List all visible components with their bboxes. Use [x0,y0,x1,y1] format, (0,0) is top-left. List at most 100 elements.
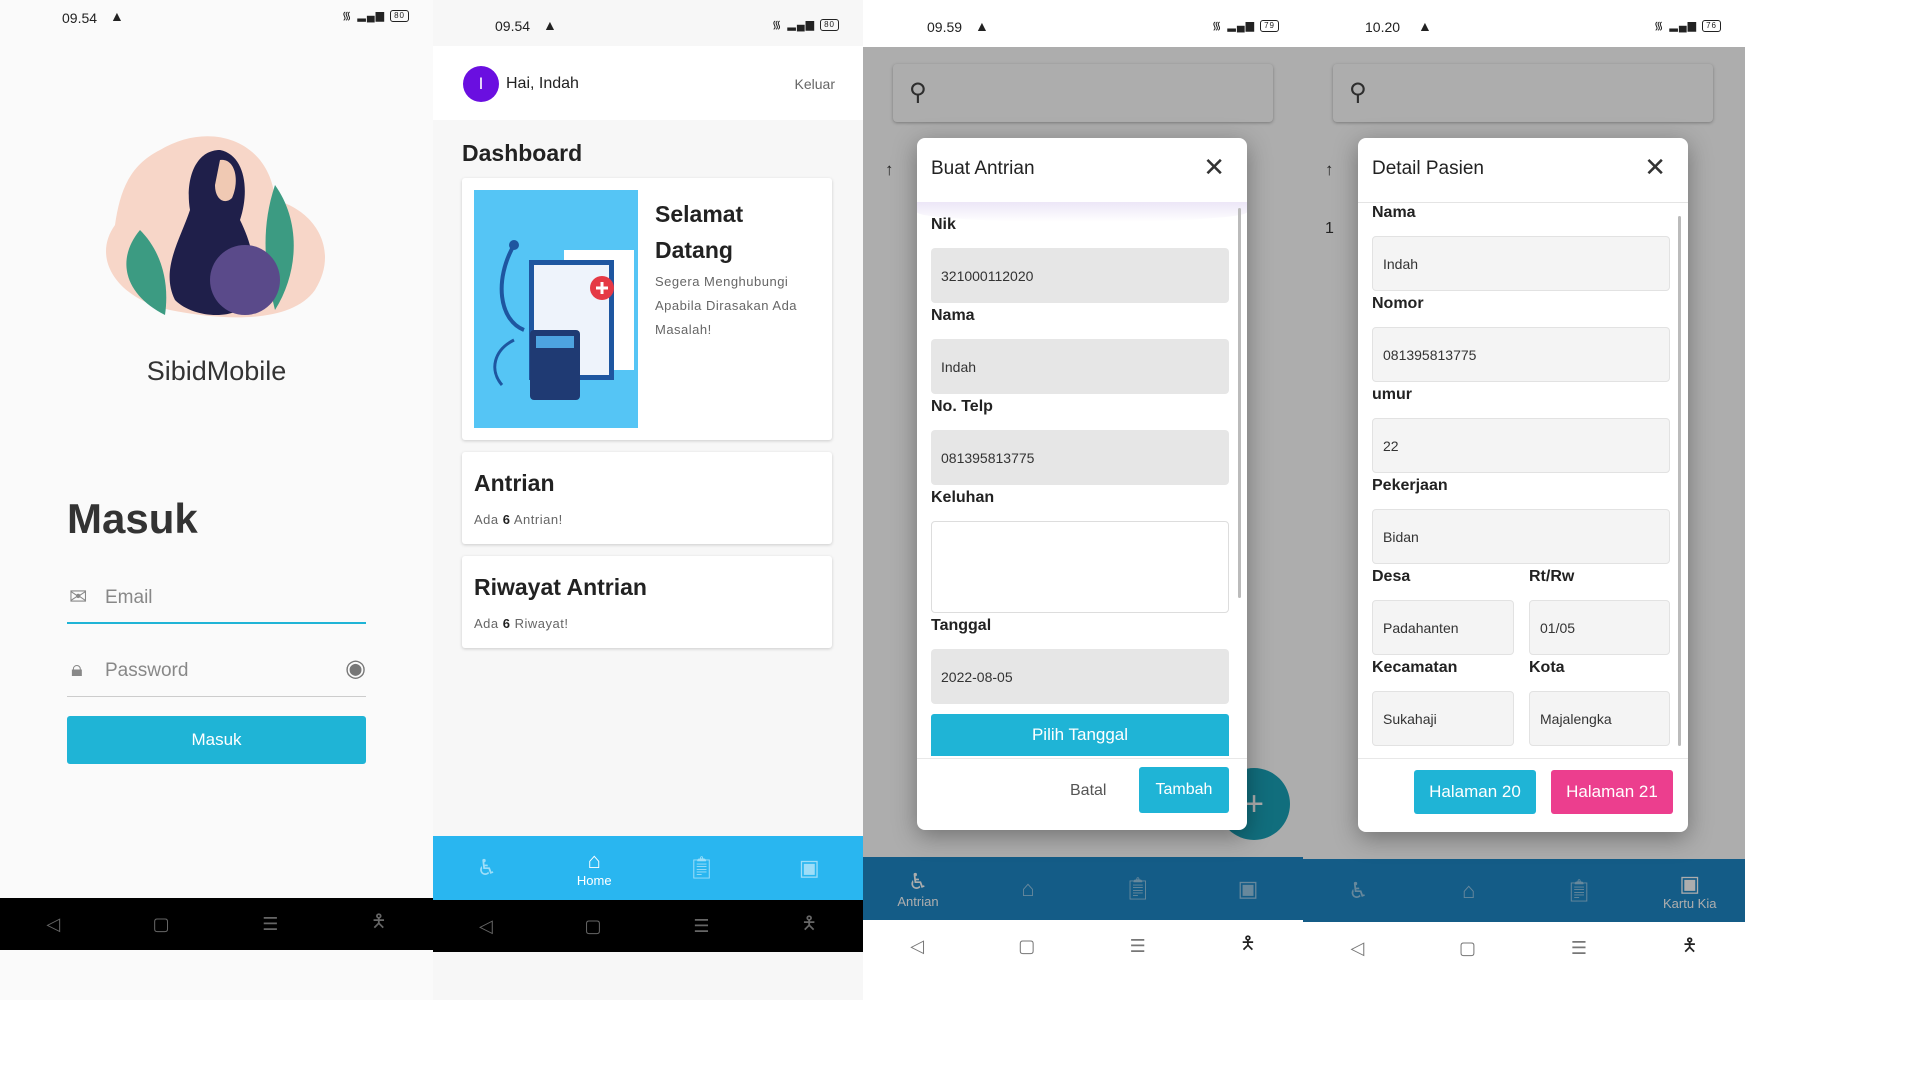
recents-icon[interactable]: ☰ [693,916,709,937]
status-icons: ᯾ ▂▄▆ 80 [342,8,409,23]
close-icon[interactable]: ✕ [1644,152,1666,183]
signal-icon: ▂▄▆ [1669,20,1698,32]
battery-icon: 80 [390,9,409,22]
eye-icon[interactable]: ◉ [345,654,366,683]
back-icon[interactable]: ◁ [1350,938,1364,959]
app-name: SibidMobile [146,356,287,386]
status-icons: ᯾ ▂▄▆ 79 [1212,18,1279,33]
riwayat-title: Riwayat Antrian [474,574,647,600]
antrian-prefix: Ada [474,512,503,527]
accessibility-icon[interactable]: 🯅 [801,911,817,941]
add-button[interactable]: Tambah [1139,767,1229,813]
detail-pasien-screen: 10.20 ▲ ᯾ ▂▄▆ 76 ⚲ ↑ 1 ♿︎ ⌂ 📋︎ ▣ Kartu Ki… [1303,0,1745,1000]
logout-link[interactable]: Keluar [795,76,835,92]
nomor-label: Nomor [1372,295,1424,312]
recents-icon[interactable]: ☰ [262,914,278,935]
home-sys-icon[interactable]: ▢ [1459,938,1476,959]
tab-riwayat[interactable]: 📋︎ [648,856,756,880]
avatar[interactable]: I [463,66,499,102]
keluhan-label: Keluhan [931,489,995,506]
tab-home[interactable]: ⌂ Home [541,847,649,888]
clipboard-icon: 📋︎ [687,855,716,880]
dashboard-screen: 09.54 ▲ ᯾ ▂▄▆ 80 I Hai, Indah Keluar Das… [433,0,863,1000]
nik-label: Nik [931,216,956,233]
lock-icon: 🔒︎ [71,656,83,681]
pregnant-woman-illustration [106,136,326,318]
telp-label: No. Telp [931,398,993,415]
email-field[interactable]: ✉ Email [67,580,366,624]
battery-icon: 76 [1702,19,1721,32]
nama-label: Nama [931,307,975,324]
status-bar: 10.20 ▲ ᯾ ▂▄▆ 76 [1303,0,1745,38]
bottom-tab-bar: ♿︎ ⌂ Home 📋︎ ▣ [433,836,863,900]
status-time: 10.20 [1365,19,1401,35]
buat-antrian-dialog: Buat Antrian ✕ Nik 321000112020 Nama Ind… [917,138,1247,830]
back-icon[interactable]: ◁ [910,936,924,957]
page-20-button[interactable]: Halaman 20 [1414,770,1536,814]
accessibility-icon[interactable]: 🯅 [1682,933,1698,963]
greeting: Hai, Indah [506,75,579,92]
antrian-count-text: Ada 6 Antrian! [474,512,563,527]
signal-icon: ▂▄▆ [1227,20,1256,32]
accessibility-icon[interactable]: 🯅 [1240,931,1256,961]
system-nav-bar: ◁ ▢ ☰ 🯅 [0,898,433,950]
kecamatan-field: Sukahaji [1372,691,1514,746]
back-icon[interactable]: ◁ [46,914,60,935]
recents-icon[interactable]: ☰ [1571,938,1587,959]
status-bar: 09.59 ▲ ᯾ ▂▄▆ 79 [863,0,1303,38]
signal-icon: ▂▄▆ [787,19,816,31]
password-field[interactable]: 🔒︎ Password ◉ [67,652,366,697]
wifi-icon: ᯾ [772,19,783,31]
nama-field: Indah [1372,236,1670,291]
dialog-footer-divider [917,758,1247,759]
antrian-card[interactable]: Antrian Ada 6 Antrian! [462,452,832,544]
kota-label: Kota [1529,659,1565,676]
warning-icon: ▲ [543,17,557,33]
keluhan-field[interactable] [931,521,1229,613]
home-sys-icon[interactable]: ▢ [153,914,170,935]
back-icon[interactable]: ◁ [479,916,493,937]
detail-pasien-dialog: Detail Pasien ✕ Nama Indah Nomor 0813958… [1358,138,1688,832]
status-time: 09.54 [62,10,98,26]
accessible-icon: ♿︎ [476,855,497,880]
home-sys-icon[interactable]: ▢ [585,916,602,937]
nik-field[interactable]: 321000112020 [931,248,1229,303]
dialog-wave [917,202,1247,222]
wifi-icon: ᯾ [342,10,353,22]
page-21-button[interactable]: Halaman 21 [1551,770,1673,814]
welcome-text: Segera Menghubungi Apabila Dirasakan Ada… [655,274,798,337]
cancel-button[interactable]: Batal [1070,782,1106,800]
kota-field: Majalengka [1529,691,1670,746]
desa-field: Padahanten [1372,600,1514,655]
warning-icon: ▲ [975,18,989,34]
nama-field[interactable]: Indah [931,339,1229,394]
tanggal-field[interactable]: 2022-08-05 [931,649,1229,704]
tab-kartu[interactable]: ▣ [756,856,864,880]
login-title: Masuk [67,495,198,542]
system-nav-bar: ◁ ▢ ☰ 🯅 [863,920,1303,972]
status-bar: 09.54 ▲ ᯾ ▂▄▆ 80 [433,0,863,38]
status-time: 09.59 [927,19,963,35]
login-button[interactable]: Masuk [67,716,366,764]
dialog-scrollbar[interactable] [1238,208,1241,598]
kecamatan-label: Kecamatan [1372,659,1458,676]
umur-label: umur [1372,386,1412,403]
email-placeholder: Email [105,587,153,608]
umur-field: 22 [1372,418,1670,473]
accessibility-icon[interactable]: 🯅 [371,909,387,939]
page-title: Dashboard [462,140,583,166]
telp-field[interactable]: 081395813775 [931,430,1229,485]
antrian-title: Antrian [474,470,555,496]
close-icon[interactable]: ✕ [1203,152,1225,183]
tab-antrian[interactable]: ♿︎ [433,856,541,880]
riwayat-card[interactable]: Riwayat Antrian Ada 6 Riwayat! [462,556,832,648]
home-sys-icon[interactable]: ▢ [1018,936,1035,957]
pick-date-button[interactable]: Pilih Tanggal [931,714,1229,756]
wifi-icon: ᯾ [1212,20,1223,32]
recents-icon[interactable]: ☰ [1130,936,1146,957]
pekerjaan-label: Pekerjaan [1372,477,1448,494]
home-icon: ⌂ [587,847,601,873]
welcome-card: Selamat Datang Segera Menghubungi Apabil… [462,178,832,440]
status-icons: ᯾ ▂▄▆ 80 [772,17,839,32]
dialog-scrollbar[interactable] [1678,216,1681,746]
